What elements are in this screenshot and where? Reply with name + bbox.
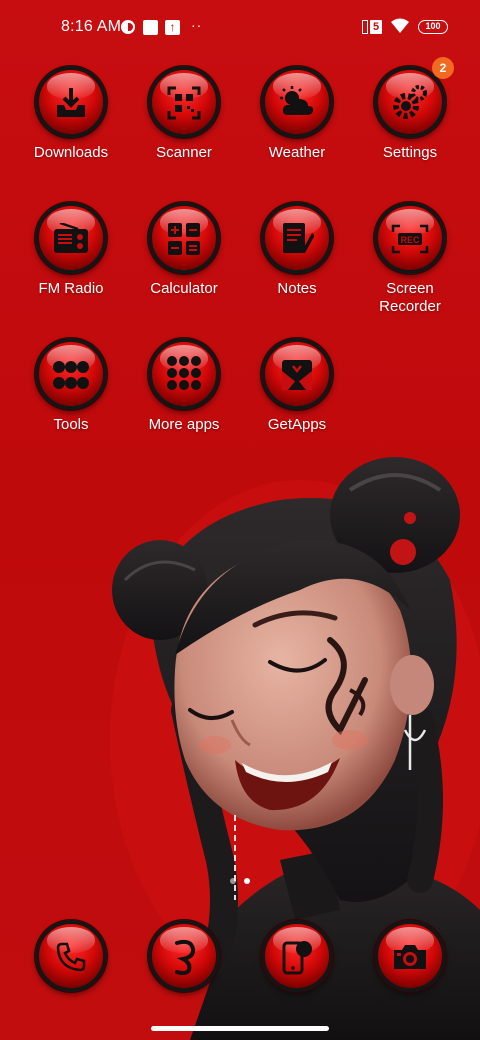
data-saver-icon [121,20,135,34]
sun-cloud-icon [261,66,333,138]
tools-grid-icon [35,338,107,410]
more-dots-icon: ·· [191,17,203,33]
status-bar: 8:16 AM ↑ ·· 5 100 [0,0,480,56]
app-settings[interactable]: 2 Settings [355,57,465,162]
app-label: Settings [382,144,438,161]
app-label: Tools [53,416,89,433]
mobile-browser-icon [261,920,333,992]
app-label: Calculator [150,280,218,297]
app-screen-recorder[interactable]: REC Screen Recorder [355,202,465,316]
upload-icon: ↑ [165,20,180,35]
app-label: Downloads [33,144,109,161]
app-calculator[interactable]: Calculator [129,202,239,298]
page-dot-active[interactable] [244,878,250,884]
download-tray-icon [35,66,107,138]
dock-messages[interactable] [148,920,220,992]
message-icon [148,920,220,992]
phone-icon [35,920,107,992]
rec-text: REC [400,235,420,245]
page-dot[interactable] [230,878,236,884]
dock-browser[interactable] [261,920,333,992]
notification-badge: 2 [432,57,454,79]
getapps-bag-icon [261,338,333,410]
qr-scanner-icon [148,66,220,138]
rec-icon: REC [374,202,446,274]
app-label: More apps [148,416,220,433]
gears-icon [374,66,446,138]
app-downloads[interactable]: Downloads [16,66,126,162]
app-label: FM Radio [38,280,104,297]
app-notes[interactable]: Notes [242,202,352,298]
app-label: Scanner [156,144,212,161]
notepad-pen-icon [261,202,333,274]
apps-grid-icon [148,338,220,410]
battery-icon: 100 [418,20,448,34]
app-more-apps[interactable]: More apps [129,338,239,434]
app-getapps[interactable]: GetApps [242,338,352,434]
dock-camera[interactable] [374,920,446,992]
notification-box-icon [143,20,158,35]
gesture-nav-handle[interactable] [151,1026,329,1031]
sim-label: 5 [370,20,382,34]
page-indicator[interactable] [230,878,250,884]
sim-signal-icon: 5 [362,20,382,34]
calculator-icon [148,202,220,274]
app-label: Notes [277,280,317,297]
app-tools[interactable]: Tools [16,338,126,434]
app-label: GetApps [267,416,327,433]
app-label: Weather [268,144,326,161]
camera-icon [374,920,446,992]
dock-phone[interactable] [35,920,107,992]
status-time: 8:16 AM [61,18,122,35]
app-label: Screen Recorder [379,280,441,315]
app-scanner[interactable]: Scanner [129,66,239,162]
app-fm-radio[interactable]: FM Radio [16,202,126,298]
radio-icon [35,202,107,274]
wifi-icon [391,18,409,33]
app-weather[interactable]: Weather [242,66,352,162]
